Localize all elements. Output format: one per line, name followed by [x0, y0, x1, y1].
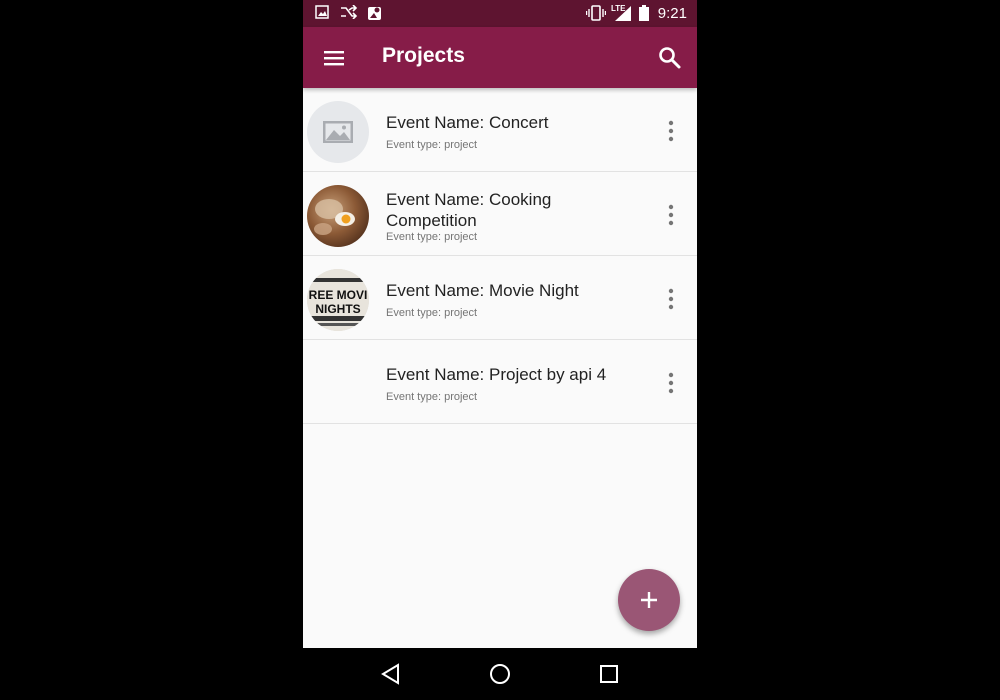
- page-title: Projects: [382, 44, 465, 67]
- menu-icon[interactable]: [322, 46, 346, 70]
- system-nav-bar: [303, 648, 697, 700]
- signal-icon: [615, 6, 631, 21]
- search-icon[interactable]: [657, 45, 683, 71]
- item-subtitle: Event type: project: [386, 391, 478, 403]
- avatar-text-line-1: REE MOVI: [309, 288, 368, 302]
- avatar-text-line-2: NIGHTS: [315, 302, 360, 316]
- app-bar: Projects: [303, 27, 697, 88]
- battery-icon: [639, 5, 649, 21]
- image-icon: [315, 5, 329, 19]
- status-bar: LTE 9:21: [303, 0, 697, 27]
- item-title: Event Name: Project by api 4: [386, 365, 607, 384]
- more-options-icon[interactable]: [661, 372, 681, 394]
- status-time: 9:21: [657, 5, 687, 22]
- more-options-icon[interactable]: [661, 288, 681, 310]
- item-subtitle: Event type: project: [386, 307, 478, 319]
- list-item[interactable]: Event Name: Cooking Competition Event ty…: [303, 172, 697, 256]
- item-subtitle: Event type: project: [386, 231, 478, 243]
- map-icon: [368, 7, 381, 20]
- cooking-photo: [307, 185, 369, 247]
- list-item[interactable]: Event Name: Project by api 4 Event type:…: [303, 340, 697, 424]
- project-list: Event Name: Concert Event type: project …: [303, 88, 697, 424]
- shuffle-icon: [341, 5, 358, 19]
- back-icon[interactable]: [379, 662, 403, 686]
- add-project-button[interactable]: [618, 569, 680, 631]
- phone-screen: LTE 9:21 Projects Event Name: Concert Ev…: [303, 0, 697, 700]
- vibrate-icon: [586, 5, 606, 21]
- more-options-icon[interactable]: [661, 120, 681, 142]
- item-subtitle: Event type: project: [386, 139, 478, 151]
- item-title: Event Name: Movie Night: [386, 281, 579, 300]
- movie-night-photo: REE MOVI NIGHTS: [307, 269, 369, 331]
- item-title: Event Name: Cooking Competition: [386, 190, 552, 230]
- more-options-icon[interactable]: [661, 204, 681, 226]
- recents-icon[interactable]: [597, 662, 621, 686]
- placeholder-image-icon: [307, 101, 369, 163]
- list-item[interactable]: Event Name: Concert Event type: project: [303, 88, 697, 172]
- list-item[interactable]: REE MOVI NIGHTS Event Name: Movie Night …: [303, 256, 697, 340]
- item-title: Event Name: Concert: [386, 113, 549, 132]
- home-icon[interactable]: [488, 662, 512, 686]
- plus-icon: [641, 592, 657, 608]
